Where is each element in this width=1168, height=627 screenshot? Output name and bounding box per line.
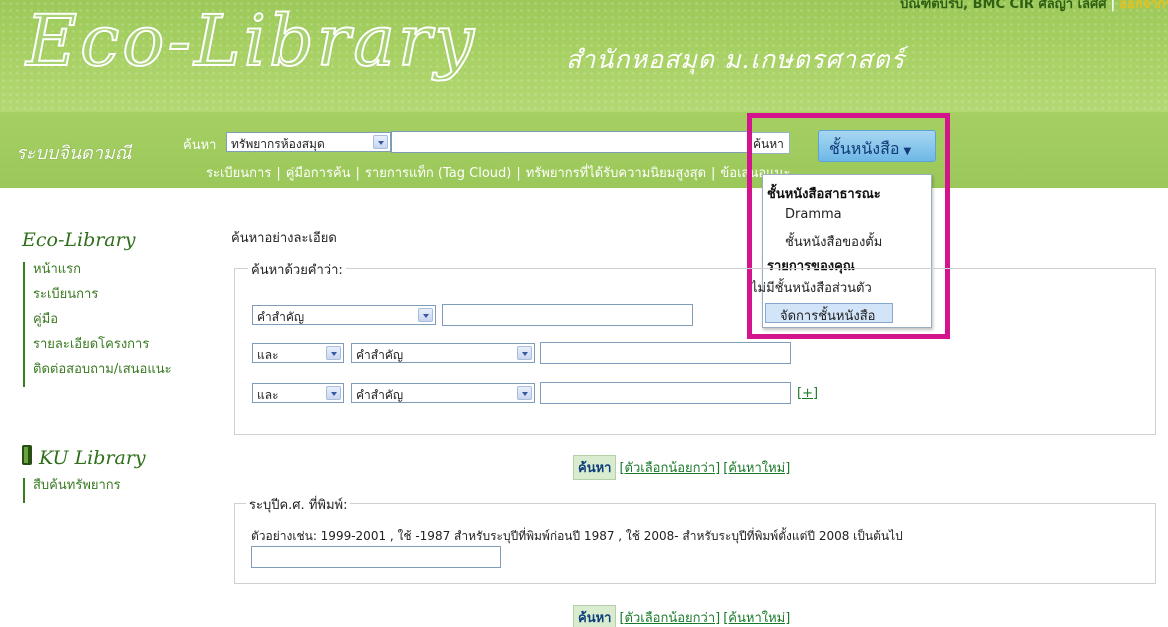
new-search-link-2[interactable]: [ค้นหาใหม่] [723, 611, 790, 626]
page-title: ค้นหาอย่างละเอียด [231, 231, 337, 246]
chevron-down-icon [418, 308, 433, 322]
new-search-link[interactable]: [ค้นหาใหม่] [723, 461, 790, 476]
ku-sidebar-list: สืบค้นทรัพยากร [23, 478, 203, 503]
search-label: ค้นหา [183, 138, 217, 153]
field-select-1-value: คำสำคัญ [257, 310, 305, 324]
sidebar-item-guide[interactable]: คู่มือ [33, 312, 203, 328]
ku-book-icon [22, 445, 32, 465]
year-legend: ระบุปีค.ศ. ที่พิมพ์: [246, 494, 351, 515]
sidebar-title: Eco-Library [22, 229, 136, 251]
logout-link[interactable]: ออกจากระบบ [1119, 0, 1168, 12]
caret-down-icon: ▼ [903, 146, 912, 157]
scope-select-value: ทรัพยากรห้องสมุด [231, 137, 325, 151]
field-select-3[interactable]: คำสำคัญ [351, 383, 535, 403]
search-nav: ระบบจินดามณี ค้นหา ทรัพยากรห้องสมุด ค้นห… [0, 112, 1168, 188]
chevron-down-icon [517, 346, 532, 360]
public-shelves-heading: ชั้นหนังสือสาธารณะ [767, 187, 881, 202]
chevron-down-icon [517, 386, 532, 400]
operator-select-3-value: และ [257, 388, 279, 402]
scope-select[interactable]: ทรัพยากรห้องสมุด [226, 132, 391, 152]
fewer-options-link-2[interactable]: [ตัวเลือกน้อยกว่า] [619, 611, 720, 626]
site-logo[interactable]: Eco-Library [25, 5, 477, 77]
action-row-1: ค้นหา [ตัวเลือกน้อยกว่า] [ค้นหาใหม่] [573, 455, 790, 480]
nav-link-popular[interactable]: ทรัพยากรที่ได้รับความนิยมสูงสุด [526, 166, 706, 181]
chevron-down-icon [326, 346, 341, 360]
header-banner: Eco-Library สำนักหอสมุด ม.เกษตรศาสตร์ บั… [0, 0, 1168, 112]
ku-library-title: KU Library [39, 447, 146, 469]
year-input[interactable] [251, 546, 501, 568]
search-input[interactable] [391, 131, 748, 153]
sidebar-item-contact[interactable]: ติดต่อสอบถาม/เสนอแนะ [33, 362, 193, 378]
year-example-text: ตัวอย่างเช่น: 1999-2001 , ใช้ -1987 สำหร… [251, 529, 903, 543]
add-row-link[interactable]: [+] [797, 386, 818, 401]
action-row-2: ค้นหา [ตัวเลือกน้อยกว่า] [ค้นหาใหม่] [573, 605, 790, 627]
user-name: บัณฑิตบริบ, BMC CIR ศัลญา เลิศศ [900, 0, 1107, 12]
operator-select-3[interactable]: และ [252, 383, 344, 403]
fewer-options-link[interactable]: [ตัวเลือกน้อยกว่า] [619, 461, 720, 476]
operator-select-2[interactable]: และ [252, 343, 344, 363]
page: Eco-Library สำนักหอสมุด ม.เกษตรศาสตร์ บั… [0, 0, 1168, 627]
shelf-button[interactable]: ชั้นหนังสือ ▼ [818, 130, 936, 162]
search-button[interactable]: ค้นหา [748, 132, 790, 154]
field-select-2[interactable]: คำสำคัญ [351, 343, 535, 363]
search-submit-button[interactable]: ค้นหา [573, 455, 617, 480]
shelf-item-dramma[interactable]: Dramma [785, 207, 842, 222]
shelf-item-tum[interactable]: ชั้นหนังสือของตั้ม [785, 231, 882, 252]
keyword-input-3[interactable] [540, 382, 791, 404]
field-select-1[interactable]: คำสำคัญ [252, 305, 436, 325]
keyword-input-2[interactable] [540, 342, 791, 364]
field-select-2-value: คำสำคัญ [356, 348, 404, 362]
search-submit-button-2[interactable]: ค้นหา [573, 605, 617, 627]
shelf-button-label: ชั้นหนังสือ [829, 139, 900, 158]
keyword-input-1[interactable] [442, 304, 693, 326]
user-bar: บัณฑิตบริบ, BMC CIR ศัลญา เลิศศ|ออกจากระ… [900, 0, 1168, 14]
sidebar-item-home[interactable]: หน้าแรก [33, 262, 203, 278]
sidebar-list: หน้าแรก ระเบียนการ คู่มือ รายละเอียดโครง… [23, 262, 203, 387]
sidebar-item-search-resources[interactable]: สืบค้นทรัพยากร [33, 478, 203, 494]
nav-links: ระเบียนการ | คู่มือการค้น | รายการแท็ก (Tag … [206, 166, 791, 181]
sidebar-item-project[interactable]: รายละเอียดโครงการ [33, 337, 203, 353]
nav-link-rules[interactable]: ระเบียนการ [206, 166, 271, 181]
operator-select-2-value: และ [257, 348, 279, 362]
chevron-down-icon [373, 135, 388, 149]
nav-link-tag-cloud[interactable]: รายการแท็ก (Tag Cloud) [365, 166, 511, 181]
sidebar-item-rules[interactable]: ระเบียนการ [33, 287, 203, 303]
field-select-3-value: คำสำคัญ [356, 388, 404, 402]
logo-subtitle: สำนักหอสมุด ม.เกษตรศาสตร์ [566, 45, 906, 74]
nav-link-guide[interactable]: คู่มือการค้น [286, 166, 351, 181]
chevron-down-icon [326, 386, 341, 400]
system-name: ระบบจินดามณี [16, 143, 132, 164]
keyword-legend: ค้นหาด้วยคำว่า: [248, 259, 346, 280]
